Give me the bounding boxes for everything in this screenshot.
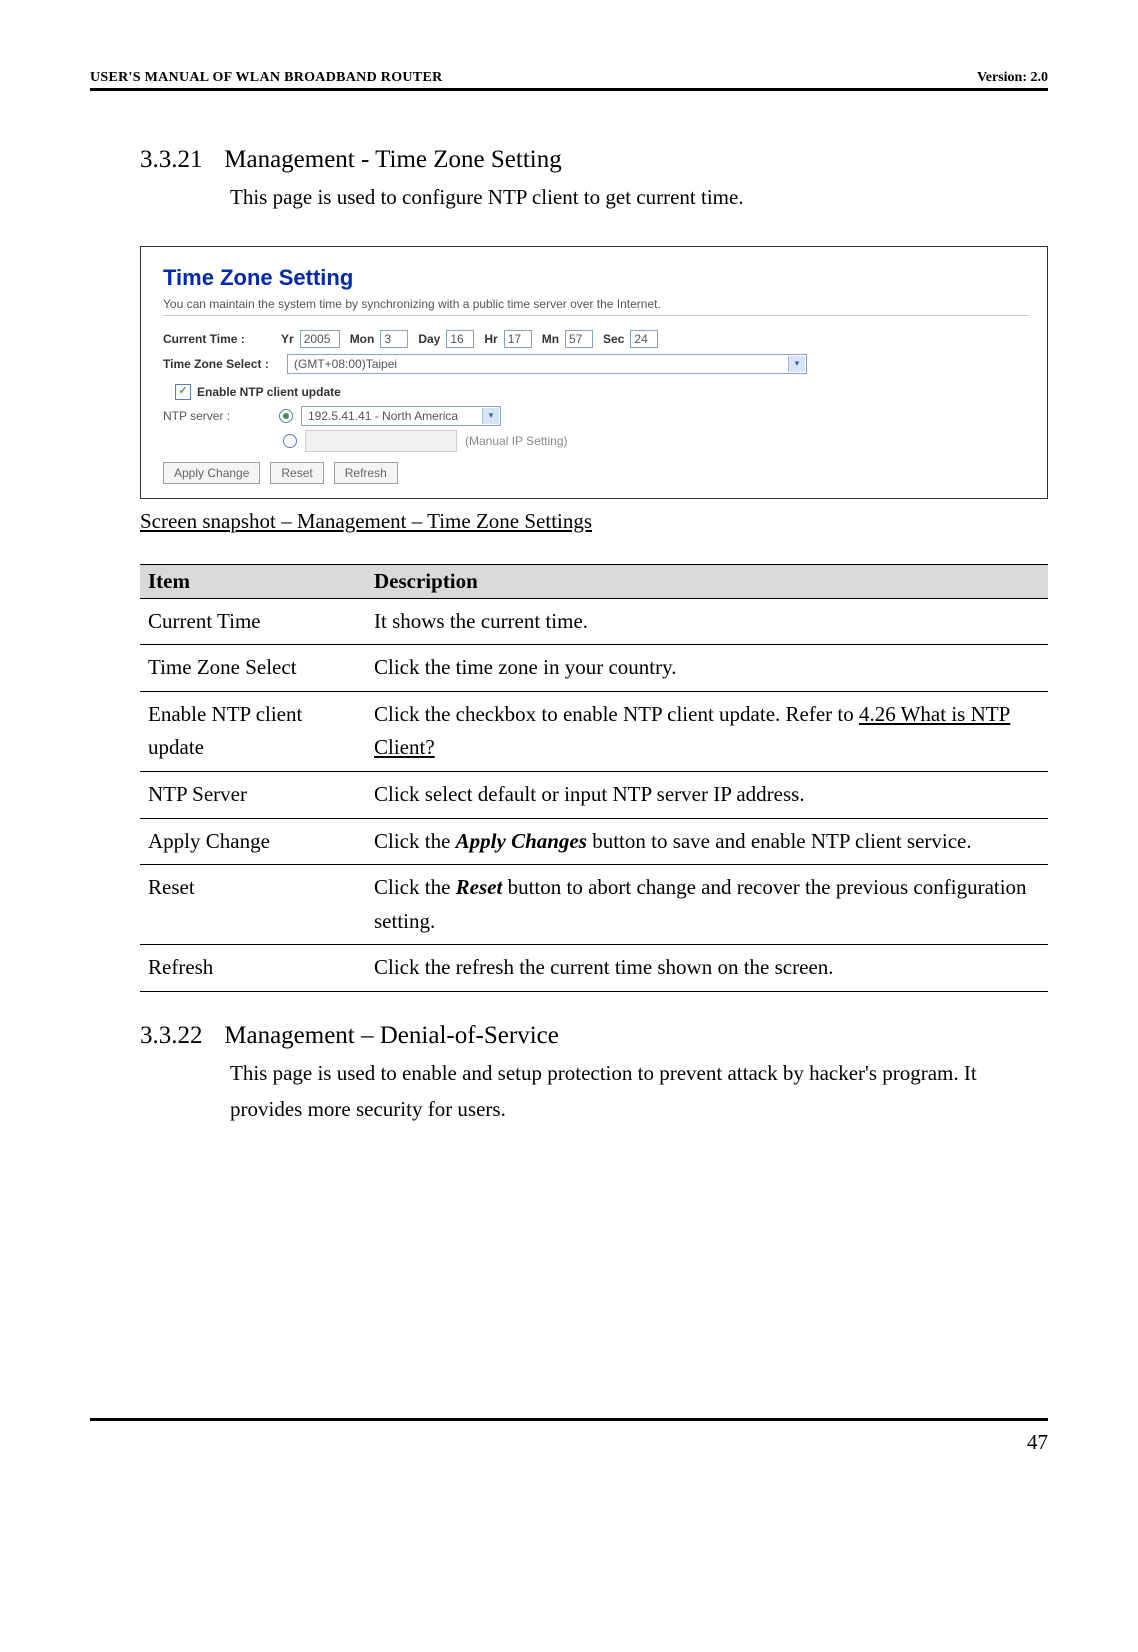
tz-select-value: (GMT+08:00)Taipei: [294, 357, 397, 371]
ntp-manual-label: (Manual IP Setting): [465, 434, 568, 448]
divider: [163, 315, 1029, 316]
ntp-manual-input[interactable]: [305, 430, 457, 452]
desc-cell: Click the time zone in your country.: [366, 645, 1048, 692]
desc-cell: It shows the current time.: [366, 598, 1048, 645]
desc-cell: Click the Reset button to abort change a…: [366, 865, 1048, 945]
item-cell: Refresh: [140, 945, 366, 992]
table-row: Enable NTP client update Click the check…: [140, 691, 1048, 771]
sec-label: Sec: [603, 332, 624, 346]
mon-label: Mon: [350, 332, 375, 346]
ntp-server-value: 192.5.41.41 - North America: [308, 409, 458, 423]
item-cell: Current Time: [140, 598, 366, 645]
header-right: Version: 2.0: [977, 70, 1048, 86]
ntp-server-select[interactable]: 192.5.41.41 - North America ▾: [301, 406, 501, 426]
item-cell: Apply Change: [140, 818, 366, 865]
section-title: Management – Denial-of-Service: [224, 1022, 559, 1049]
section-3-3-22-heading: 3.3.22 Management – Denial-of-Service: [140, 1022, 1048, 1050]
enable-ntp-label: Enable NTP client update: [197, 385, 341, 399]
yr-label: Yr: [281, 332, 294, 346]
th-item: Item: [140, 564, 366, 598]
refresh-button[interactable]: Refresh: [334, 462, 398, 484]
item-cell: Enable NTP client update: [140, 691, 366, 771]
hr-input[interactable]: [504, 330, 532, 348]
table-row: Apply Change Click the Apply Changes but…: [140, 818, 1048, 865]
table-row: Refresh Click the refresh the current ti…: [140, 945, 1048, 992]
ss-page-title: Time Zone Setting: [163, 265, 1029, 291]
desc-cell: Click the refresh the current time shown…: [366, 945, 1048, 992]
th-description: Description: [366, 564, 1048, 598]
apply-change-button[interactable]: Apply Change: [163, 462, 260, 484]
page-header: USER'S MANUAL OF WLAN BROADBAND ROUTER V…: [90, 70, 1048, 91]
chevron-down-icon: ▾: [788, 356, 805, 372]
current-time-label: Current Time :: [163, 332, 271, 346]
ntp-server-label: NTP server :: [163, 409, 271, 423]
section-intro: This page is used to configure NTP clien…: [230, 180, 1048, 216]
ss-subtitle: You can maintain the system time by sync…: [163, 297, 1029, 311]
desc-cell: Click select default or input NTP server…: [366, 772, 1048, 819]
section-title: Management - Time Zone Setting: [224, 146, 561, 173]
item-cell: Reset: [140, 865, 366, 945]
sec-input[interactable]: [630, 330, 658, 348]
ntp-manual-radio[interactable]: [283, 434, 297, 448]
timezone-screenshot: Time Zone Setting You can maintain the s…: [140, 246, 1048, 499]
day-input[interactable]: [446, 330, 474, 348]
item-cell: Time Zone Select: [140, 645, 366, 692]
table-row: NTP Server Click select default or input…: [140, 772, 1048, 819]
section-3-3-21-heading: 3.3.21 Management - Time Zone Setting: [140, 146, 1048, 174]
page-number: 47: [90, 1430, 1048, 1455]
tz-select[interactable]: (GMT+08:00)Taipei ▾: [287, 354, 807, 374]
item-cell: NTP Server: [140, 772, 366, 819]
desc-cell: Click the checkbox to enable NTP client …: [366, 691, 1048, 771]
day-label: Day: [418, 332, 440, 346]
description-table: Item Description Current Time It shows t…: [140, 564, 1048, 992]
section-number: 3.3.21: [140, 146, 218, 174]
section-intro: This page is used to enable and setup pr…: [230, 1056, 1048, 1127]
section-number: 3.3.22: [140, 1022, 218, 1050]
ntp-preset-radio[interactable]: [279, 409, 293, 423]
hr-label: Hr: [484, 332, 497, 346]
mn-label: Mn: [542, 332, 559, 346]
screenshot-caption: Screen snapshot – Management – Time Zone…: [140, 509, 1048, 534]
mon-input[interactable]: [380, 330, 408, 348]
tz-label: Time Zone Select :: [163, 357, 281, 371]
table-row: Reset Click the Reset button to abort ch…: [140, 865, 1048, 945]
enable-ntp-checkbox[interactable]: ✓: [175, 384, 191, 400]
page-footer: 47: [90, 1418, 1048, 1455]
table-row: Time Zone Select Click the time zone in …: [140, 645, 1048, 692]
reset-button[interactable]: Reset: [270, 462, 323, 484]
header-left: USER'S MANUAL OF WLAN BROADBAND ROUTER: [90, 70, 443, 86]
table-row: Current Time It shows the current time.: [140, 598, 1048, 645]
yr-input[interactable]: [300, 330, 340, 348]
chevron-down-icon: ▾: [482, 408, 499, 424]
desc-cell: Click the Apply Changes button to save a…: [366, 818, 1048, 865]
mn-input[interactable]: [565, 330, 593, 348]
